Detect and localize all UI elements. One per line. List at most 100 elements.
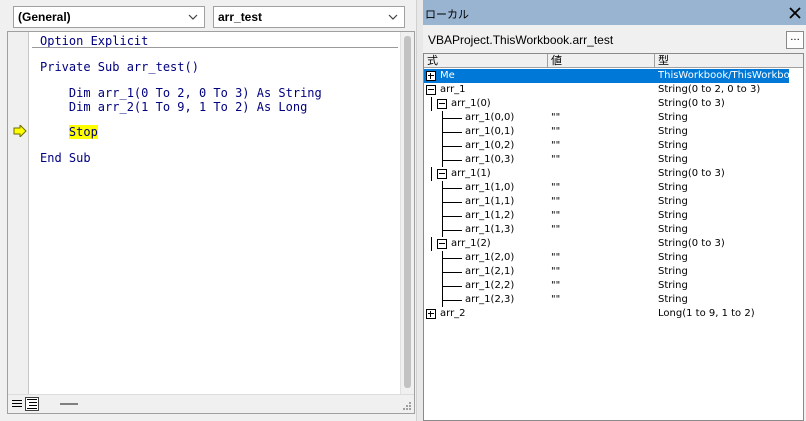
full-module-view-icon[interactable]	[25, 397, 39, 411]
collapse-icon[interactable]	[426, 85, 436, 95]
locals-row[interactable]: arr_1(0,1) "" String	[424, 125, 789, 139]
locals-value: ""	[551, 182, 561, 193]
locals-row[interactable]: arr_1(0,2) "" String	[424, 139, 789, 153]
code-line-dim-arr2: Dim arr_2(1 To 9, 1 To 2) As Long	[40, 100, 308, 114]
pane-splitter[interactable]	[416, 0, 423, 421]
locals-expression: Me	[440, 70, 455, 81]
call-stack-button[interactable]: ...	[786, 31, 804, 49]
tree-connector	[442, 209, 443, 223]
tree-connector	[442, 195, 443, 209]
locals-row[interactable]: arr_1(0,3) "" String	[424, 153, 789, 167]
expand-icon[interactable]	[426, 71, 436, 81]
tree-connector	[431, 167, 432, 181]
column-header-type[interactable]: 型	[655, 54, 803, 68]
locals-row[interactable]: arr_1(1) String(0 to 3)	[424, 167, 789, 181]
locals-value: ""	[551, 126, 561, 137]
tree-connector	[431, 237, 432, 251]
tree-connector	[442, 188, 462, 189]
stop-statement: Stop	[68, 125, 98, 139]
locals-expression: arr_1(2,0)	[465, 252, 515, 263]
scrollbar-thumb[interactable]	[404, 36, 411, 388]
locals-row[interactable]: arr_1(2,2) "" String	[424, 279, 789, 293]
tree-connector	[442, 258, 462, 259]
object-combo[interactable]: (General)	[13, 6, 205, 28]
locals-value: ""	[551, 252, 561, 263]
locals-value: ""	[551, 280, 561, 291]
locals-row[interactable]: arr_1(1,0) "" String	[424, 181, 789, 195]
code-line-stop: Stop	[40, 125, 98, 139]
locals-window: ローカル VBAProject.ThisWorkbook.arr_test ..…	[423, 0, 806, 421]
locals-row[interactable]: arr_1(1,2) "" String	[424, 209, 789, 223]
locals-type: String	[658, 294, 688, 305]
tree-connector	[442, 160, 462, 161]
close-icon[interactable]	[788, 6, 802, 20]
locals-expression: arr_1(0,1)	[465, 126, 515, 137]
collapse-icon[interactable]	[437, 99, 447, 109]
locals-row[interactable]: arr_1(2,3) "" String	[424, 293, 789, 307]
locals-type: String	[658, 266, 688, 277]
tree-connector	[442, 223, 443, 237]
locals-row[interactable]: arr_1(2,0) "" String	[424, 251, 789, 265]
locals-type: ThisWorkbook/ThisWorkbook	[658, 70, 789, 81]
tree-connector	[442, 279, 443, 293]
collapse-icon[interactable]	[437, 169, 447, 179]
code-line-dim-arr1: Dim arr_1(0 To 2, 0 To 3) As String	[40, 86, 322, 100]
locals-expression: arr_1(0)	[451, 98, 491, 109]
column-header-value[interactable]: 値	[548, 54, 655, 68]
procedure-separator	[32, 47, 398, 48]
tree-connector	[442, 286, 462, 287]
locals-type: String	[658, 154, 688, 165]
column-header-expression[interactable]: 式	[424, 54, 548, 68]
locals-expression: arr_1(0,0)	[465, 112, 515, 123]
locals-row-selected[interactable]: Me ThisWorkbook/ThisWorkbook	[424, 69, 789, 83]
locals-type: String	[658, 280, 688, 291]
locals-row[interactable]: arr_1(2,1) "" String	[424, 265, 789, 279]
resize-grip-icon[interactable]	[402, 401, 412, 411]
locals-context-text: VBAProject.ThisWorkbook.arr_test	[428, 33, 614, 47]
locals-value: ""	[551, 224, 561, 235]
vertical-scrollbar[interactable]	[400, 32, 414, 394]
locals-title-bar[interactable]: ローカル	[423, 0, 806, 25]
locals-type: String(0 to 3)	[658, 238, 725, 249]
locals-type: String(0 to 3)	[658, 98, 725, 109]
expand-icon[interactable]	[426, 309, 436, 319]
locals-expression: arr_1(2,1)	[465, 266, 515, 277]
locals-expression: arr_1(0,2)	[465, 140, 515, 151]
procedure-view-icon[interactable]	[11, 398, 23, 410]
locals-row[interactable]: arr_2 Long(1 to 9, 1 to 2)	[424, 307, 789, 321]
code-editor[interactable]: Option Explicit Private Sub arr_test() D…	[7, 31, 415, 414]
locals-type: String	[658, 140, 688, 151]
locals-row[interactable]: arr_1(2) String(0 to 3)	[424, 237, 789, 251]
tree-connector	[442, 251, 443, 265]
locals-expression: arr_1(2,2)	[465, 280, 515, 291]
margin-indicator-bar[interactable]	[8, 32, 29, 413]
code-line-sub: Private Sub arr_test()	[40, 60, 199, 74]
tree-connector	[442, 272, 462, 273]
locals-expression: arr_1(2)	[451, 238, 491, 249]
locals-title: ローカル	[425, 8, 469, 21]
chevron-down-icon[interactable]	[386, 9, 400, 25]
code-line-end-sub: End Sub	[40, 151, 91, 165]
code-area[interactable]: Option Explicit Private Sub arr_test() D…	[32, 32, 400, 394]
locals-row[interactable]: arr_1(0) String(0 to 3)	[424, 97, 789, 111]
tree-connector	[442, 153, 443, 167]
locals-row[interactable]: arr_1(0,0) "" String	[424, 111, 789, 125]
locals-row[interactable]: arr_1(1,1) "" String	[424, 195, 789, 209]
object-combo-value: (General)	[18, 10, 71, 24]
tree-connector	[442, 293, 443, 307]
locals-type: String	[658, 182, 688, 193]
chevron-down-icon[interactable]	[186, 9, 200, 25]
locals-type: String	[658, 196, 688, 207]
locals-expression: arr_1(1,0)	[465, 182, 515, 193]
horizontal-scroll-thumb[interactable]	[60, 403, 78, 405]
locals-row[interactable]: arr_1(1,3) "" String	[424, 223, 789, 237]
locals-expression: arr_1(0,3)	[465, 154, 515, 165]
locals-row[interactable]: arr_1 String(0 to 2, 0 to 3)	[424, 83, 789, 97]
locals-grid[interactable]: 式 値 型 Me ThisWorkbook/ThisWorkbook arr_1 St…	[423, 53, 804, 421]
locals-type: String(0 to 2, 0 to 3)	[658, 84, 761, 95]
locals-expression: arr_1(1,2)	[465, 210, 515, 221]
locals-expression: arr_1(2,3)	[465, 294, 515, 305]
procedure-combo[interactable]: arr_test	[213, 6, 405, 28]
collapse-icon[interactable]	[437, 239, 447, 249]
tree-connector	[442, 202, 462, 203]
